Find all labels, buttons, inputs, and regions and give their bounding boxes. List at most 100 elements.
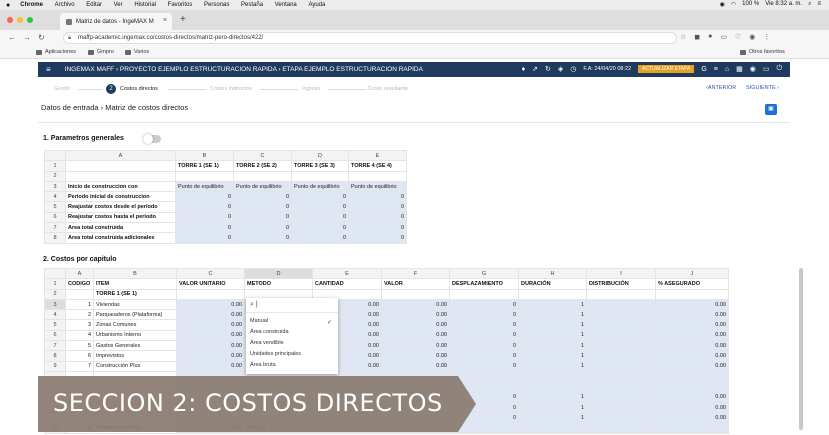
row-number[interactable]: 8 — [44, 350, 66, 362]
param-cell[interactable]: 0 — [175, 211, 234, 224]
param-cell[interactable]: 0 — [175, 222, 234, 234]
param-cell[interactable]: 0 — [291, 201, 349, 213]
duracion-cell[interactable]: 1 — [518, 319, 587, 331]
valor-cell[interactable]: 0.00 — [381, 340, 450, 352]
row-number[interactable]: 3 — [44, 180, 66, 193]
row-number[interactable]: 1 — [44, 160, 66, 172]
bookmark-gmpro[interactable]: Gmpro — [88, 49, 114, 55]
param-cell[interactable]: 0 — [348, 232, 407, 244]
cast-icon[interactable]: ▭ — [720, 33, 727, 41]
menu-archivo[interactable]: Archivo — [55, 2, 75, 8]
desplazamiento-cell[interactable]: 0 — [449, 340, 519, 352]
params-toggle[interactable] — [143, 134, 161, 144]
bookmark-apps[interactable]: Aplicaciones — [36, 49, 76, 55]
extension-icon[interactable]: ◼ — [694, 33, 700, 41]
menu-personas[interactable]: Personas — [204, 2, 229, 8]
desplazamiento-cell[interactable]: 0 — [449, 329, 519, 342]
lock-icon[interactable]: 🔒︎ — [68, 33, 71, 43]
menu-list-icon[interactable]: ≡ — [817, 1, 821, 8]
menu-pestana[interactable]: Pestaña — [241, 2, 263, 8]
row-number[interactable]: 2 — [44, 170, 66, 182]
param-cell[interactable]: 0 — [175, 232, 234, 244]
param-cell[interactable]: 0 — [233, 201, 292, 213]
valor-unitario-cell[interactable]: 0.00 — [176, 360, 245, 372]
valor-unitario-cell[interactable]: 0.00 — [176, 350, 245, 362]
bookmark-varios[interactable]: Varios — [125, 49, 149, 55]
row-number[interactable]: 5 — [44, 319, 66, 331]
duracion-cell[interactable]: 1 — [518, 340, 587, 352]
param-cell[interactable]: 0 — [291, 191, 349, 203]
distribucion-cell[interactable] — [586, 360, 656, 372]
record-icon[interactable]: ◉ — [720, 1, 725, 8]
menu-favoritos[interactable]: Favoritos — [168, 2, 193, 8]
hamburger-icon[interactable]: ≡ — [46, 65, 51, 74]
column-header[interactable]: F — [381, 267, 450, 280]
refresh-icon[interactable]: ↻ — [545, 65, 551, 73]
duracion-cell[interactable]: 1 — [518, 360, 587, 372]
param-cell[interactable]: 0 — [233, 232, 292, 244]
distribucion-cell[interactable] — [586, 298, 656, 311]
param-cell[interactable]: Punto de equilibrio — [291, 180, 349, 193]
column-header[interactable]: I — [586, 267, 656, 280]
g-icon[interactable]: G — [701, 66, 706, 73]
column-header[interactable]: C — [176, 267, 245, 280]
asegurado-cell[interactable]: 0.00 — [655, 309, 729, 321]
kebab-menu-icon[interactable]: ⋮ — [763, 33, 770, 41]
option-manual[interactable]: Manual — [250, 318, 268, 324]
asegurado-cell[interactable]: 0.00 — [655, 329, 729, 342]
menu-ventana[interactable]: Ventana — [275, 2, 297, 8]
menu-ayuda[interactable]: Ayuda — [308, 2, 325, 8]
valor-unitario-cell[interactable]: 0.00 — [176, 309, 245, 321]
duracion-cell[interactable]: 1 — [518, 412, 587, 424]
column-header[interactable]: D — [291, 149, 349, 162]
option-area-construida[interactable]: Área construida — [250, 329, 289, 335]
row-number[interactable]: 5 — [44, 201, 66, 213]
distribucion-cell[interactable] — [586, 350, 656, 362]
distribucion-cell[interactable] — [586, 412, 656, 424]
back-icon[interactable]: ← — [8, 33, 16, 42]
battery-label[interactable]: 100 % — [742, 1, 759, 8]
external-link-icon[interactable]: ⇗ — [532, 65, 538, 73]
param-cell[interactable]: 0 — [233, 191, 292, 203]
asegurado-cell[interactable]: 0.00 — [655, 319, 729, 331]
update-stage-button[interactable]: ACTUALIZAR ETAPA — [638, 65, 695, 73]
param-cell[interactable]: 0 — [175, 191, 234, 203]
wifi-icon[interactable]: ◠ — [731, 1, 736, 8]
prev-button[interactable]: ‹ANTERIOR — [706, 85, 736, 91]
row-number[interactable]: 6 — [44, 329, 66, 342]
desplazamiento-cell[interactable]: 0 — [449, 350, 519, 362]
asegurado-cell[interactable]: 0.00 — [655, 401, 729, 414]
url-bar[interactable]: 🔒︎ maffp-academic.ingemax.co/costos-dire… — [63, 32, 677, 44]
distribucion-cell[interactable] — [586, 401, 656, 414]
save-button[interactable]: ▣ — [765, 104, 777, 115]
row-number[interactable]: 9 — [44, 360, 66, 372]
asegurado-cell[interactable]: 0.00 — [655, 412, 729, 424]
bookmark-other[interactable]: Otros favoritos — [740, 49, 785, 55]
param-cell[interactable]: 0 — [233, 222, 292, 234]
column-header[interactable]: B — [93, 267, 177, 280]
row-number[interactable]: 3 — [44, 298, 66, 311]
vertical-scrollbar[interactable] — [799, 268, 803, 430]
zoom-window-button[interactable] — [27, 17, 33, 23]
distribucion-cell[interactable] — [586, 340, 656, 352]
column-header[interactable]: B — [175, 149, 234, 162]
duracion-cell[interactable]: 1 — [518, 329, 587, 342]
column-header[interactable]: J — [655, 267, 729, 280]
duracion-cell[interactable]: 1 — [518, 309, 587, 321]
param-cell[interactable]: Punto de equilibrio — [175, 180, 234, 193]
desplazamiento-cell[interactable]: 0 — [449, 319, 519, 331]
valor-unitario-cell[interactable]: 0.00 — [176, 340, 245, 352]
column-header[interactable]: D — [244, 267, 313, 280]
minimize-window-button[interactable] — [17, 17, 23, 23]
search-icon[interactable]: ⌕ | — [250, 301, 258, 309]
row-number[interactable]: 4 — [44, 191, 66, 203]
rocket-icon[interactable]: ♦ — [522, 66, 526, 73]
valor-cell[interactable]: 0.00 — [381, 350, 450, 362]
valor-cell[interactable]: 0.00 — [381, 298, 450, 311]
param-cell[interactable]: 0 — [348, 211, 407, 224]
valor-cell[interactable]: 0.00 — [381, 360, 450, 372]
asegurado-cell[interactable]: 0.00 — [655, 360, 729, 372]
grid-cell[interactable] — [655, 422, 729, 434]
step-2[interactable]: Costos directos — [120, 86, 158, 92]
option-unidades-principales[interactable]: Unidades principales — [250, 351, 301, 357]
